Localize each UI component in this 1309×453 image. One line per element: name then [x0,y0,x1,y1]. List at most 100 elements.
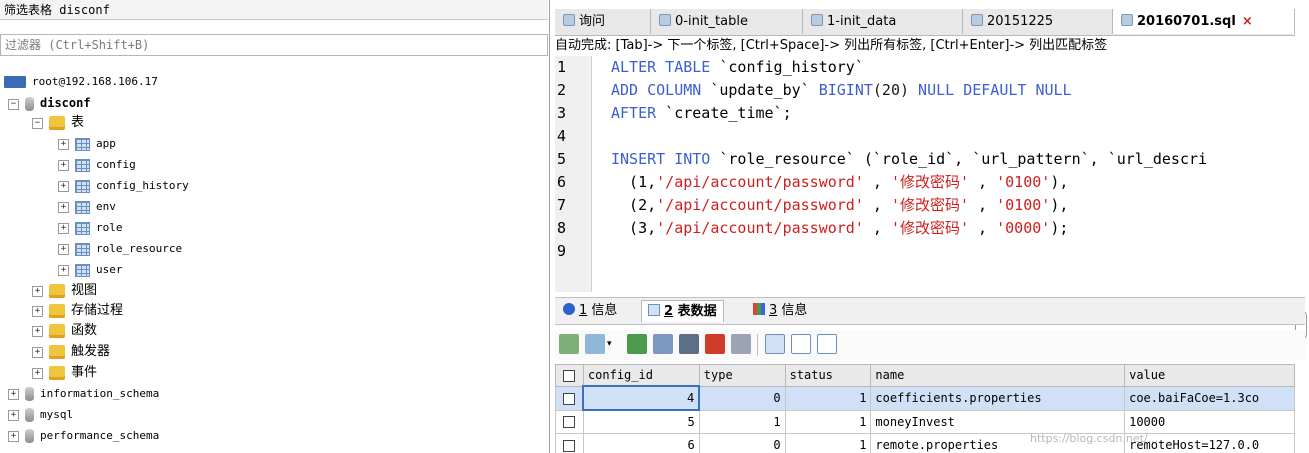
folder-label: 存储过程 [71,303,124,318]
add-row-icon[interactable] [627,334,647,354]
tab-1-init-data[interactable]: 1-init_data [803,9,963,34]
expand-icon[interactable]: + [58,180,69,192]
cell[interactable]: 1 [784,409,872,434]
expand-icon[interactable]: + [32,367,43,379]
cell[interactable]: 10000 [1124,409,1295,434]
tree-folder-tables[interactable]: − 表 [32,113,84,133]
expand-icon[interactable]: + [58,222,69,234]
duplicate-row-icon[interactable] [653,334,673,354]
tab-20151225[interactable]: 20151225 [963,9,1113,34]
cell[interactable]: coefficients.properties [870,385,1126,411]
table-row[interactable]: 6 0 1 remote.properties remoteHost=127.0… [555,433,1295,453]
tab-query[interactable]: 询问 [555,9,651,34]
select-all-checkbox[interactable] [555,364,584,387]
cell[interactable]: 1 [698,409,786,434]
server-icon [4,76,26,88]
tab-info-1[interactable]: 1 信息 [557,300,623,322]
collapse-icon[interactable]: − [32,117,43,129]
cell[interactable]: 0 [698,433,786,453]
tab-label: 20160701.sql [1137,14,1236,29]
save-icon[interactable] [679,334,699,354]
code-line: (3,'/api/account/password' , '修改密码' , '0… [611,219,1069,237]
table-row[interactable]: 5 1 1 moneyInvest 10000 [555,409,1295,434]
collapse-icon[interactable]: − [8,98,19,110]
grid-header: config_id type status name value [555,364,1295,387]
folder-icon [49,324,65,338]
line-number: 3 [557,104,567,122]
line-number: 8 [557,219,567,237]
delete-icon[interactable] [705,334,725,354]
cell[interactable]: 0 [698,385,786,411]
tree-table-app[interactable]: + app [58,134,116,154]
cell[interactable]: 5 [582,409,700,434]
tree-table-role-resource[interactable]: + role_resource [58,239,182,259]
cell[interactable]: coe.baiFaCoe=1.3co [1124,385,1295,411]
tree-table-env[interactable]: + env [58,197,116,217]
expand-icon[interactable]: + [32,305,43,317]
cell[interactable]: 1 [784,433,872,453]
text-view-icon[interactable] [817,334,837,354]
cell[interactable]: 1 [784,385,872,411]
table-label: env [96,200,116,213]
tab-label: 0-init_table [675,14,748,29]
expand-icon[interactable]: + [32,346,43,358]
line-number: 6 [557,173,567,191]
cell[interactable]: moneyInvest [870,409,1126,434]
import-icon[interactable] [585,334,605,354]
expand-icon[interactable]: + [8,409,19,421]
tree-db-disconf[interactable]: − disconf [8,93,91,113]
tree-table-role[interactable]: + role [58,218,123,238]
expand-icon[interactable]: + [32,325,43,337]
tree-db-performance-schema[interactable]: + performance_schema [8,426,159,446]
dropdown-icon[interactable]: ▾ [607,334,617,354]
close-icon[interactable]: × [1242,14,1253,29]
expand-icon[interactable]: + [8,388,19,400]
tree-db-mysql[interactable]: + mysql [8,405,73,425]
table-icon [75,137,90,151]
tree-server[interactable]: root@192.168.106.17 [4,72,158,92]
tab-info-3[interactable]: 3 信息 [747,300,813,322]
row-checkbox[interactable] [555,409,584,434]
tab-table-data[interactable]: 2 表数据 [641,300,724,322]
query-icon [563,14,575,26]
expand-icon[interactable]: + [8,430,19,442]
expand-icon[interactable]: + [58,159,69,171]
expand-icon[interactable]: + [58,138,69,150]
refresh-icon[interactable] [731,334,751,354]
column-header[interactable]: name [870,364,1126,387]
expand-icon[interactable]: + [58,243,69,255]
tree-table-config[interactable]: + config [58,155,136,175]
db-label: mysql [40,408,74,421]
cell[interactable]: 4 [582,385,701,411]
tree-folder-triggers[interactable]: + 触发器 [32,342,110,362]
table-icon [648,304,660,316]
tree-table-user[interactable]: + user [58,260,123,280]
grid-view-icon[interactable] [765,334,785,354]
column-header[interactable]: status [784,364,872,387]
cell[interactable]: 6 [582,433,700,453]
column-header[interactable]: type [698,364,786,387]
database-icon [25,408,34,422]
tree-folder-functions[interactable]: + 函数 [32,321,97,341]
expand-icon[interactable]: + [32,285,43,297]
tab-20160701[interactable]: 20160701.sql × [1113,9,1295,34]
sql-editor[interactable]: 1 2 3 4 5 6 7 8 9 ALTER TABLE `config_hi… [555,56,1295,292]
line-number: 9 [557,242,567,260]
expand-icon[interactable]: + [58,264,69,276]
filter-input[interactable]: 过滤器 (Ctrl+Shift+B) [0,34,548,56]
column-header[interactable]: value [1124,364,1295,387]
expand-icon[interactable]: + [58,201,69,213]
form-view-icon[interactable] [791,334,811,354]
column-header[interactable]: config_id [582,364,700,387]
tree-table-config-history[interactable]: + config_history [58,176,189,196]
tree-folder-procedures[interactable]: + 存储过程 [32,301,123,321]
table-row[interactable]: 4 0 1 coefficients.properties coe.baiFaC… [555,385,1295,411]
tree-folder-views[interactable]: + 视图 [32,281,97,301]
row-checkbox[interactable] [555,385,584,411]
tree-folder-events[interactable]: + 事件 [32,363,97,383]
export-icon[interactable] [559,334,579,354]
table-label: role_resource [96,242,183,255]
tab-0-init-table[interactable]: 0-init_table [651,9,803,34]
row-checkbox[interactable] [555,433,584,453]
tree-db-information-schema[interactable]: + information_schema [8,384,159,404]
